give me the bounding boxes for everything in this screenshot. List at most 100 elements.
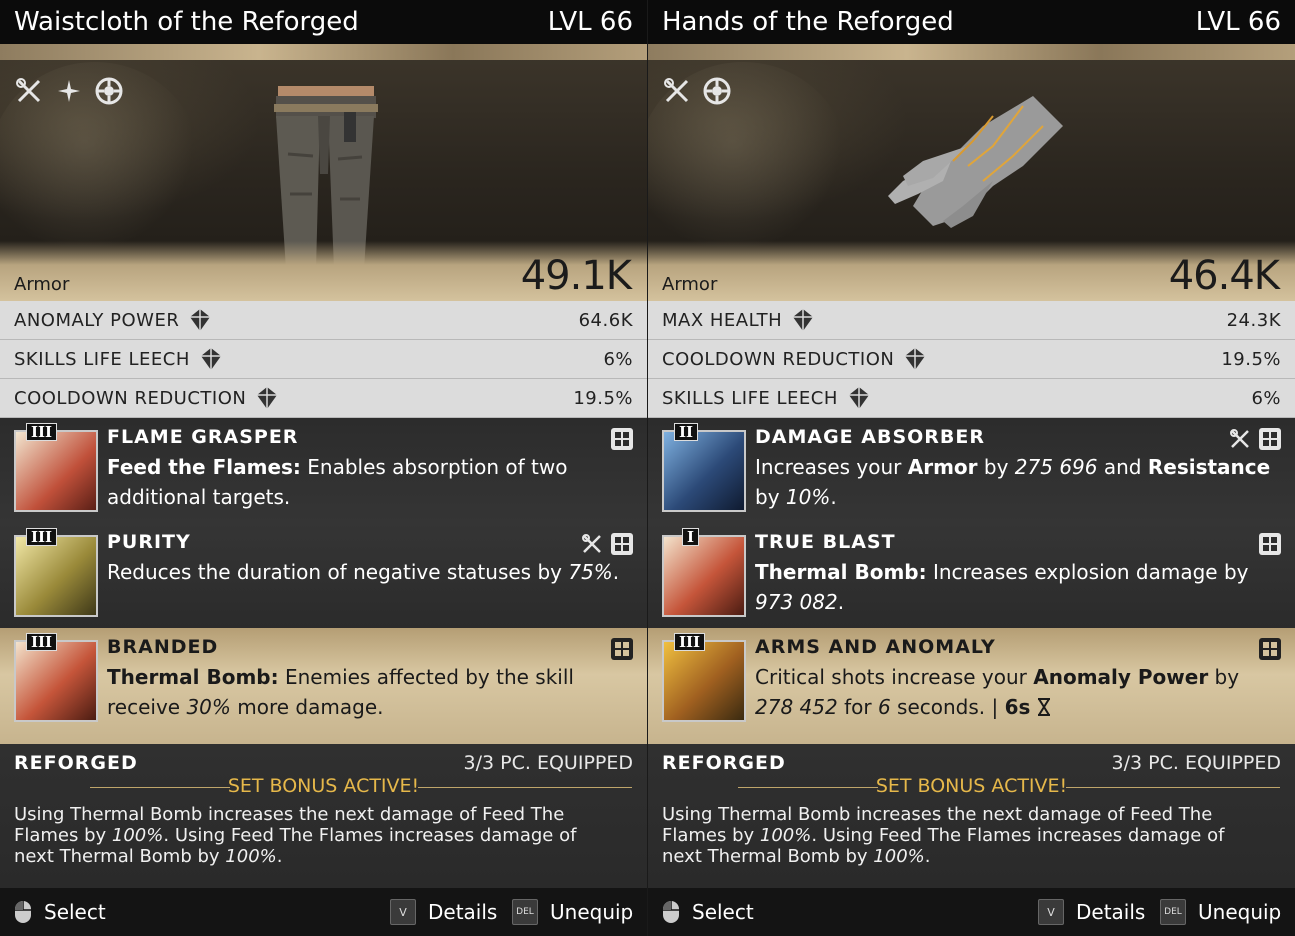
crafting-icon: [14, 76, 44, 106]
stat-gem-icon: [200, 348, 221, 370]
stat-gem-icon: [793, 309, 814, 331]
grid-icon: [1259, 533, 1281, 555]
perk-tags: [611, 638, 633, 660]
item-card-waistcloth[interactable]: Waistcloth of the Reforged LVL 66 Armor …: [0, 0, 647, 936]
set-name: REFORGED: [662, 752, 786, 774]
crafting-icon: [582, 534, 601, 553]
item-card-hands[interactable]: Hands of the Reforged LVL 66 Armor 46.4K…: [648, 0, 1295, 936]
perk-name: FLAME GRASPER: [107, 426, 299, 448]
perk-name: DAMAGE ABSORBER: [755, 426, 986, 448]
grid-icon: [611, 428, 633, 450]
item-type-label: Armor: [14, 274, 70, 295]
perk-description: Feed the Flames: Enables absorption of t…: [107, 455, 568, 509]
details-action[interactable]: V Details: [1038, 899, 1145, 925]
footer-controls: Select V Details DEL Unequip: [648, 888, 1295, 936]
perk-tags: [581, 533, 633, 555]
perk-true-blast[interactable]: I TRUE BLAST Thermal Bomb: Increases exp…: [648, 523, 1295, 628]
item-title-bar: Waistcloth of the Reforged LVL 66: [0, 0, 647, 44]
anomaly-target-icon: [94, 76, 124, 106]
footer-controls: Select V Details DEL Unequip: [0, 888, 647, 936]
item-title-bar: Hands of the Reforged LVL 66: [648, 0, 1295, 44]
hourglass-icon: [1037, 698, 1050, 716]
item-icon-row: [14, 76, 124, 106]
stat-row: SKILLS LIFE LEECH 6%: [648, 379, 1295, 418]
grid-icon: [611, 533, 633, 555]
stat-row: ANOMALY POWER 64.6K: [0, 301, 647, 340]
perk-purity[interactable]: III PURITY Reduces the duration of negat…: [0, 523, 647, 628]
stat-value: 6%: [603, 348, 633, 370]
perk-art: [14, 535, 98, 617]
armor-value: 49.1K: [520, 253, 632, 299]
stat-label: MAX HEALTH: [662, 309, 783, 331]
set-bonus-status: SET BONUS ACTIVE!: [227, 775, 420, 797]
item-level: LVL 66: [547, 7, 633, 37]
armor-value: 46.4K: [1168, 253, 1280, 299]
item-level: LVL 66: [1195, 7, 1281, 37]
perk-description: Thermal Bomb: Enemies affected by the sk…: [107, 665, 574, 719]
grid-icon: [1259, 428, 1281, 450]
item-type-label: Armor: [662, 274, 718, 295]
set-bonus-panel: REFORGED 3/3 PC. EQUIPPED SET BONUS ACTI…: [648, 744, 1295, 888]
select-action[interactable]: Select: [14, 900, 106, 924]
perk-branded[interactable]: III BRANDED Thermal Bomb: Enemies affect…: [0, 628, 647, 744]
stat-value: 64.6K: [578, 309, 633, 331]
crafting-icon: [1230, 429, 1249, 448]
grid-icon: [1259, 638, 1281, 660]
stat-value: 6%: [1251, 387, 1281, 409]
stat-label: SKILLS LIFE LEECH: [662, 387, 838, 409]
mouse-left-icon: [663, 901, 679, 923]
perk-arms-and-anomaly[interactable]: III ARMS AND ANOMALY Critical shots incr…: [648, 628, 1295, 744]
grid-icon: [611, 638, 633, 660]
perk-art: [662, 535, 746, 617]
stat-label: ANOMALY POWER: [14, 309, 180, 331]
anomaly-target-icon: [702, 76, 732, 106]
stat-row: SKILLS LIFE LEECH 6%: [0, 340, 647, 379]
stat-row: COOLDOWN REDUCTION 19.5%: [648, 340, 1295, 379]
perk-list: II DAMAGE ABSORBER Increases your Armor …: [648, 418, 1295, 744]
item-name: Waistcloth of the Reforged: [14, 7, 359, 37]
perk-tags: [1259, 533, 1281, 555]
perk-tier: III: [674, 633, 706, 651]
perk-description: Thermal Bomb: Increases explosion damage…: [755, 560, 1249, 614]
stat-gem-icon: [257, 387, 278, 409]
set-bonus-panel: REFORGED 3/3 PC. EQUIPPED SET BONUS ACTI…: [0, 744, 647, 888]
set-bonus-status: SET BONUS ACTIVE!: [875, 775, 1068, 797]
key-del-icon: DEL: [512, 899, 538, 925]
item-preview: Armor 49.1K: [0, 44, 647, 301]
perk-flame-grasper[interactable]: III FLAME GRASPER Feed the Flames: Enabl…: [0, 418, 647, 523]
stat-value: 19.5%: [1221, 348, 1281, 370]
stat-row: MAX HEALTH 24.3K: [648, 301, 1295, 340]
set-name: REFORGED: [14, 752, 138, 774]
stat-gem-icon: [905, 348, 926, 370]
item-name: Hands of the Reforged: [662, 7, 954, 37]
set-equipped-count: 3/3 PC. EQUIPPED: [1111, 752, 1281, 774]
perk-tier: III: [26, 423, 58, 441]
key-del-icon: DEL: [1160, 899, 1186, 925]
stat-label: COOLDOWN REDUCTION: [14, 387, 247, 409]
perk-name: PURITY: [107, 531, 191, 553]
stat-value: 24.3K: [1226, 309, 1281, 331]
perk-name: TRUE BLAST: [755, 531, 896, 553]
mouse-left-icon: [15, 901, 31, 923]
perk-tags: [611, 428, 633, 450]
perk-damage-absorber[interactable]: II DAMAGE ABSORBER Increases your Armor …: [648, 418, 1295, 523]
perk-description: Critical shots increase your Anomaly Pow…: [755, 665, 1240, 719]
perk-art: [662, 640, 746, 722]
key-v-icon: V: [1038, 899, 1064, 925]
key-v-icon: V: [390, 899, 416, 925]
set-bonus-description: Using Thermal Bomb increases the next da…: [662, 804, 1225, 867]
perk-name: BRANDED: [107, 636, 219, 658]
unequip-action[interactable]: DEL Unequip: [512, 899, 633, 925]
select-action[interactable]: Select: [662, 900, 754, 924]
set-bonus-description: Using Thermal Bomb increases the next da…: [14, 804, 577, 867]
item-icon-row: [662, 76, 732, 106]
stat-label: SKILLS LIFE LEECH: [14, 348, 190, 370]
set-equipped-count: 3/3 PC. EQUIPPED: [463, 752, 633, 774]
perk-art: [14, 640, 98, 722]
perk-name: ARMS AND ANOMALY: [755, 636, 996, 658]
details-action[interactable]: V Details: [390, 899, 497, 925]
unequip-action[interactable]: DEL Unequip: [1160, 899, 1281, 925]
perk-art: [662, 430, 746, 512]
stat-label: COOLDOWN REDUCTION: [662, 348, 895, 370]
perk-art: [14, 430, 98, 512]
